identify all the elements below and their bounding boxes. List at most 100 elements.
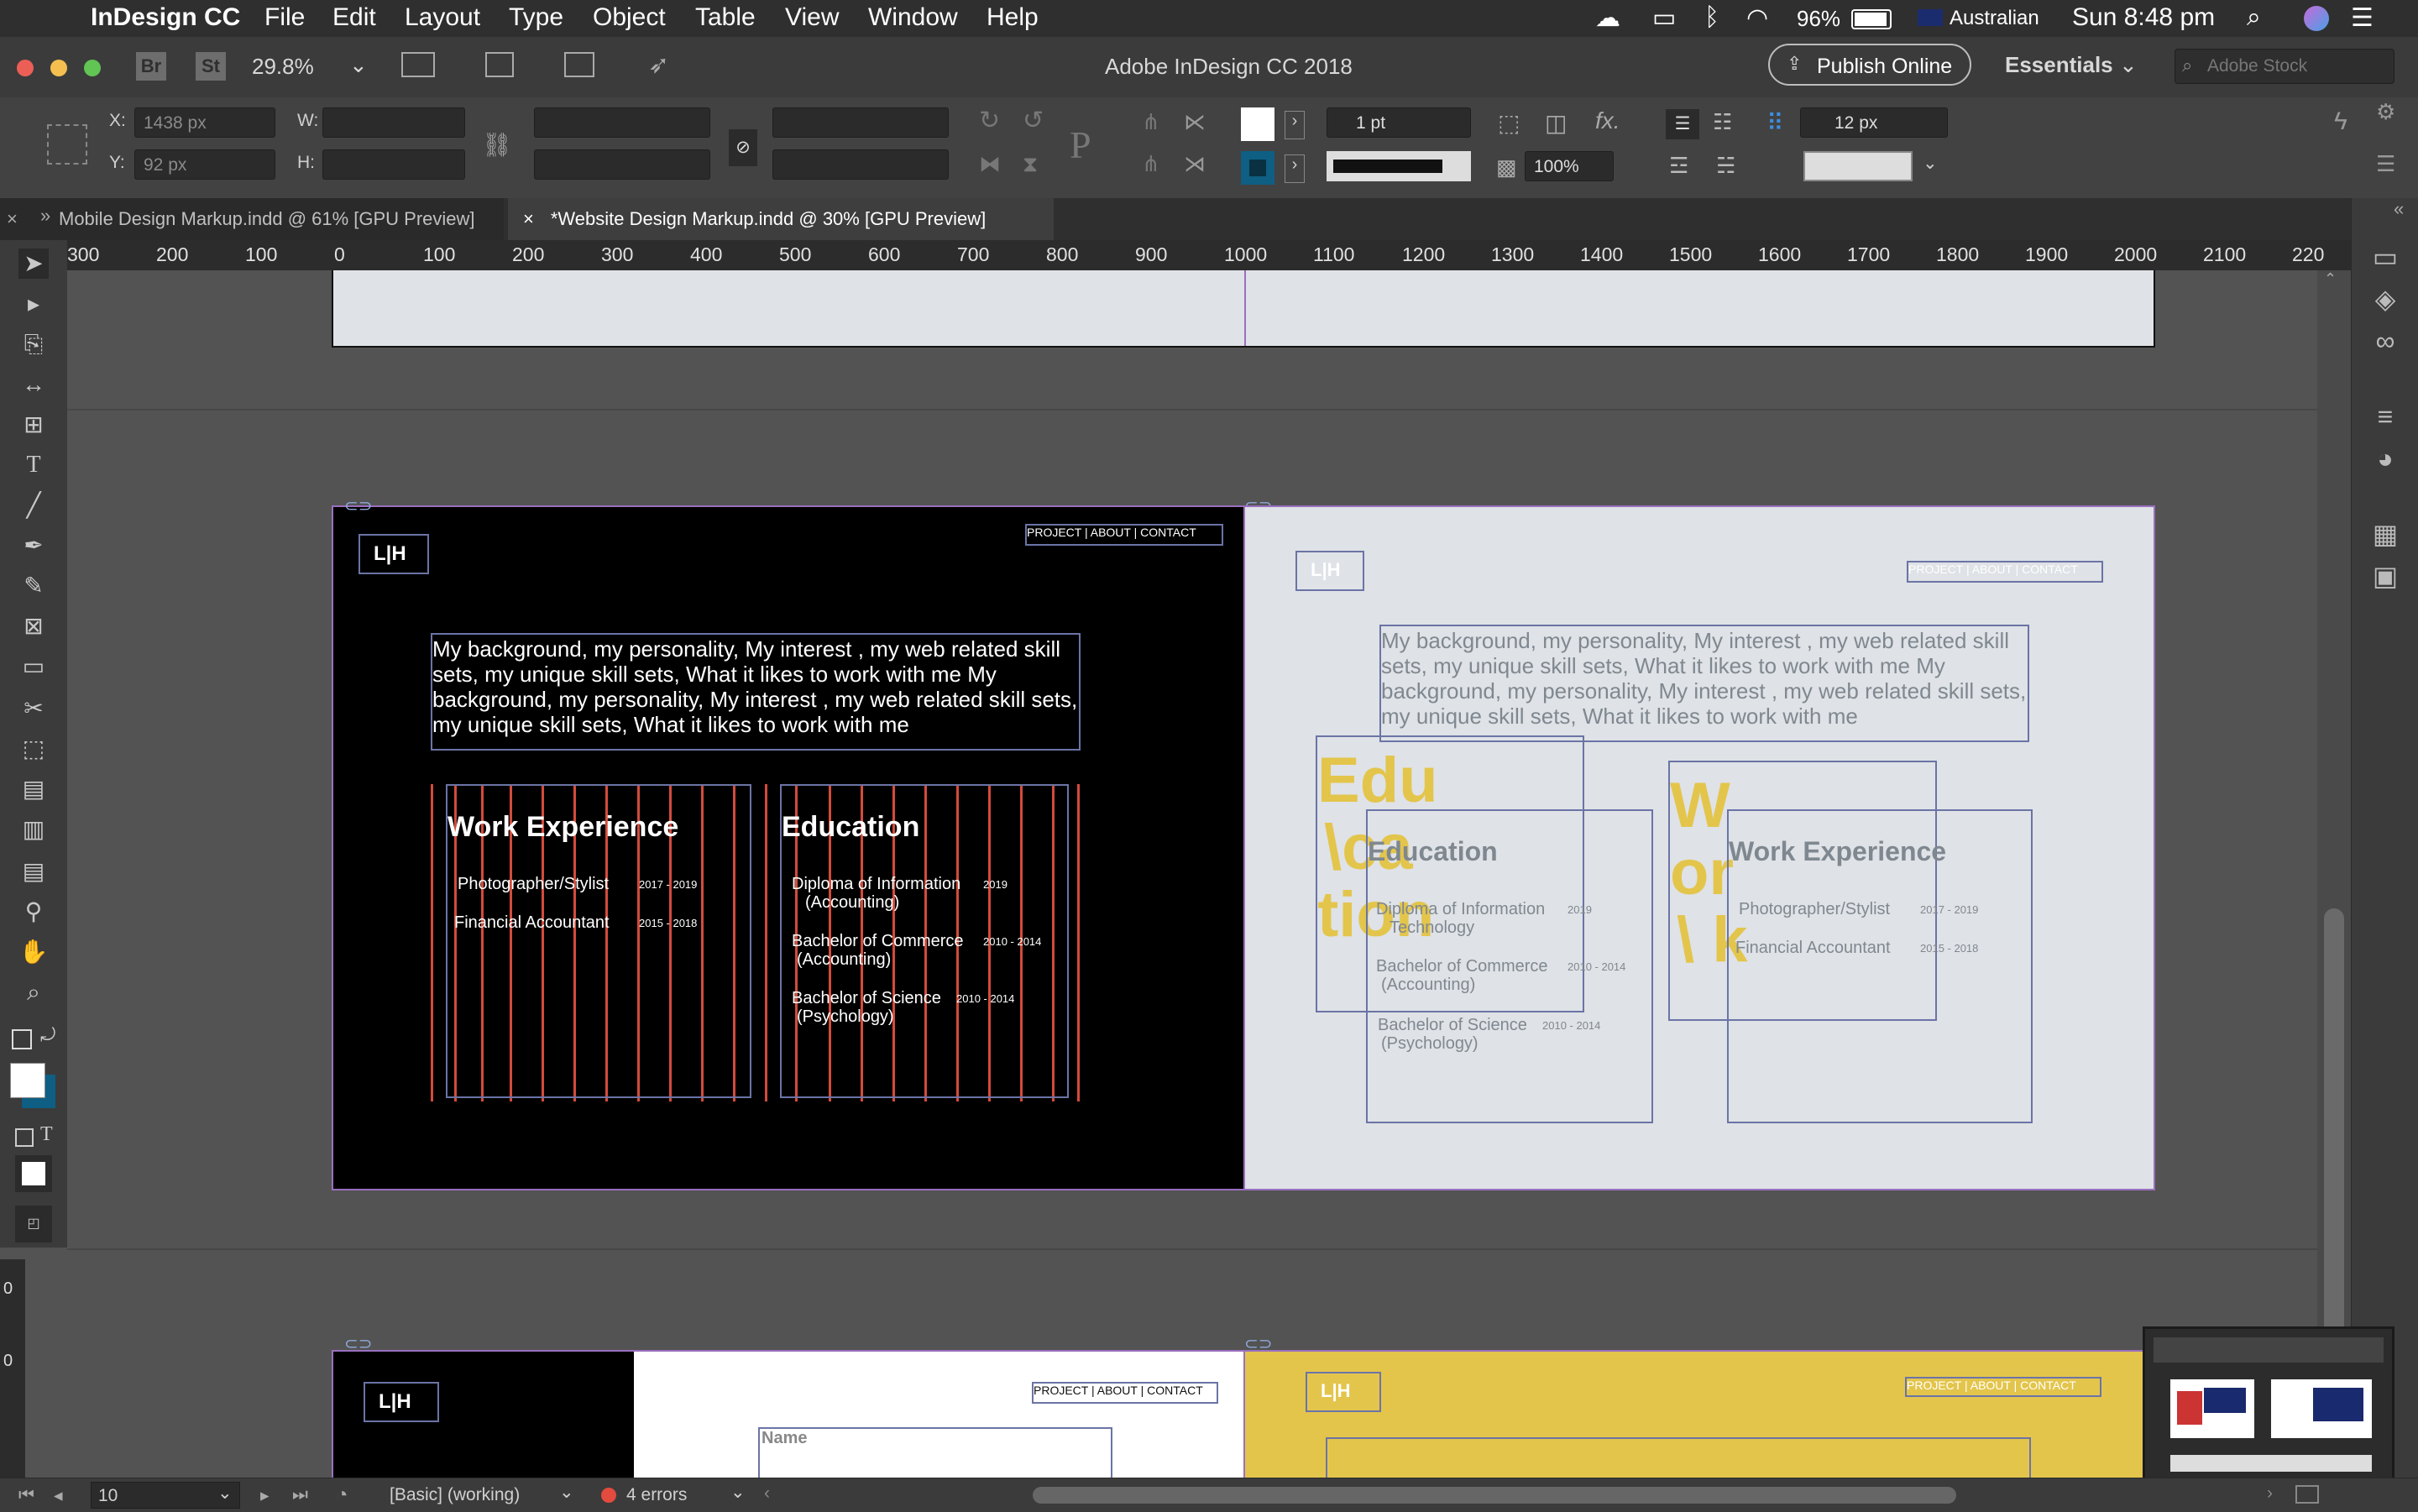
collapse-icon[interactable]: »: [40, 205, 50, 227]
gear-icon[interactable]: ⚙: [2376, 99, 2395, 125]
preflight-errors[interactable]: 4 errors: [626, 1485, 687, 1505]
notification-center-icon[interactable]: ☰: [2351, 3, 2374, 33]
gap-tool-icon[interactable]: ↔: [18, 369, 49, 400]
vertical-scrollbar[interactable]: ⌃: [2317, 270, 2351, 1478]
education-frame[interactable]: Education Diploma of Information 2019 (A…: [780, 784, 1069, 1098]
rotate-cw-icon[interactable]: ↻: [979, 106, 1000, 135]
minimize-window-button[interactable]: [50, 60, 67, 76]
drop-shadow-icon[interactable]: ◫: [1545, 109, 1567, 137]
page-bottom-dark-strip[interactable]: L|H: [332, 1350, 634, 1478]
next-page-icon[interactable]: ▸: [260, 1485, 270, 1506]
tab-mobile-design[interactable]: Mobile Design Markup.indd @ 61% [GPU Pre…: [0, 198, 504, 240]
select-content-icon[interactable]: ⋔: [1142, 151, 1160, 177]
fill-menu-button[interactable]: ›: [1285, 111, 1305, 139]
content-collector-icon[interactable]: ⊞: [18, 410, 49, 440]
app-menu[interactable]: InDesign CC: [91, 3, 240, 32]
logo-frame[interactable]: L|H: [1306, 1372, 1381, 1412]
chevron-down-icon[interactable]: ⌄: [1923, 153, 1938, 174]
eyedropper-tool-icon[interactable]: ⚲: [18, 897, 49, 927]
zoom-level[interactable]: 29.8%: [252, 54, 314, 80]
scale-x-field[interactable]: [534, 107, 710, 138]
h-field[interactable]: [322, 149, 465, 180]
x-field[interactable]: 1438 px: [134, 107, 275, 138]
nav-frame[interactable]: PROJECT | ABOUT | CONTACT: [1032, 1382, 1218, 1404]
stroke-weight-field[interactable]: 1 pt: [1327, 107, 1471, 138]
pen-tool-icon[interactable]: ✒: [18, 531, 49, 561]
menu-file[interactable]: File: [264, 3, 305, 32]
page-dark-left[interactable]: L|H PROJECT | ABOUT | CONTACT My backgro…: [332, 505, 1243, 1190]
opacity-icon[interactable]: ▩: [1496, 154, 1517, 180]
constrain-proportions-icon[interactable]: ⊘: [729, 129, 757, 166]
clock[interactable]: Sun 8:48 pm: [2072, 3, 2215, 32]
justify-vertical-icon[interactable]: ☵: [1716, 153, 1735, 179]
formatting-container-icon[interactable]: [15, 1128, 34, 1147]
chevron-down-icon[interactable]: ⌄: [2119, 52, 2138, 78]
bluetooth-icon[interactable]: ᛒ: [1704, 3, 1719, 32]
pencil-tool-icon[interactable]: ✎: [18, 571, 49, 601]
work-experience-frame[interactable]: Work Experience Photographer/Stylist 201…: [446, 784, 751, 1098]
flip-horizontal-icon[interactable]: ⧓: [979, 151, 1001, 177]
menu-type[interactable]: Type: [509, 3, 563, 32]
panel-menu-icon[interactable]: ☰: [2376, 151, 2395, 177]
menu-table[interactable]: Table: [695, 3, 756, 32]
menu-object[interactable]: Object: [593, 3, 666, 32]
page-tool-icon[interactable]: ⎘: [18, 329, 49, 359]
logo-frame[interactable]: L|H: [364, 1382, 439, 1422]
headline-frame[interactable]: [1326, 1437, 2031, 1478]
stock-button[interactable]: St: [196, 52, 226, 81]
default-colors-icon[interactable]: [12, 1029, 32, 1049]
chevron-down-icon[interactable]: ⌄: [559, 1482, 574, 1503]
publish-online-button[interactable]: ⇪ Publish Online: [1768, 44, 1971, 86]
horizontal-scroll-thumb[interactable]: [1033, 1487, 1956, 1504]
spotlight-icon[interactable]: ⌕: [2247, 3, 2261, 32]
rectangle-tool-icon[interactable]: ▭: [18, 651, 49, 682]
select-previous-icon[interactable]: ⋉: [1184, 109, 1206, 135]
rotate-ccw-icon[interactable]: ↺: [1023, 106, 1044, 135]
formatting-text-icon[interactable]: T: [40, 1123, 53, 1146]
flag-icon[interactable]: [1918, 9, 1943, 26]
arrange-documents-icon[interactable]: [564, 52, 594, 77]
scroll-left-icon[interactable]: ‹: [764, 1483, 770, 1504]
links-panel-icon[interactable]: ∞: [2368, 324, 2402, 358]
free-transform-tool-icon[interactable]: ⬚: [18, 734, 49, 764]
airplay-icon[interactable]: ▭: [1652, 3, 1676, 33]
line-tool-icon[interactable]: ╱: [18, 490, 49, 521]
zoom-tool-icon[interactable]: ⌕: [18, 977, 49, 1007]
stroke-type-select[interactable]: [1327, 151, 1471, 181]
menu-edit[interactable]: Edit: [332, 3, 376, 32]
link-chain-icon[interactable]: ⊂⊃: [344, 495, 373, 516]
page-partial-top[interactable]: [332, 270, 2155, 348]
fill-color-icon[interactable]: [10, 1063, 45, 1098]
close-window-button[interactable]: [17, 60, 34, 76]
select-next-icon[interactable]: ⋊: [1184, 151, 1206, 177]
intro-frame[interactable]: My background, my personality, My intere…: [1379, 625, 2029, 742]
battery-icon[interactable]: [1851, 9, 1892, 29]
chevron-down-icon[interactable]: ⌄: [349, 52, 368, 78]
scissors-tool-icon[interactable]: ✂: [18, 693, 49, 724]
align-center-icon[interactable]: ☷: [1713, 109, 1732, 135]
expand-panels-icon[interactable]: «: [2394, 198, 2404, 220]
constrain-link-icon[interactable]: ⛓: [482, 131, 512, 159]
w-field[interactable]: [322, 107, 465, 138]
page-bottom-white[interactable]: PROJECT | ABOUT | CONTACT Name: [634, 1350, 1243, 1478]
tab-website-design[interactable]: × *Website Design Markup.indd @ 30% [GPU …: [508, 198, 1054, 240]
view-options-icon[interactable]: [401, 52, 435, 77]
gradient-swatch-tool-icon[interactable]: ▤: [18, 774, 49, 804]
select-container-icon[interactable]: ⋔: [1142, 109, 1160, 135]
lightning-icon[interactable]: ϟ: [2334, 107, 2347, 136]
zoom-window-button[interactable]: [84, 60, 101, 76]
page-number-field[interactable]: 10 ⌄: [91, 1482, 240, 1509]
adobe-stock-search[interactable]: ⌕ Adobe Stock: [2175, 49, 2394, 84]
education-frame[interactable]: Education Diploma of Information 2019 Te…: [1366, 809, 1653, 1123]
intro-frame[interactable]: My background, my personality, My intere…: [431, 633, 1081, 751]
screen-mode-icon[interactable]: ◰: [15, 1206, 52, 1243]
reference-point-icon[interactable]: [47, 124, 87, 165]
siri-icon[interactable]: [2304, 6, 2329, 31]
align-top-icon[interactable]: ☰: [1666, 109, 1699, 139]
nav-frame[interactable]: PROJECT | ABOUT | CONTACT: [1907, 561, 2103, 583]
wifi-icon[interactable]: ◠: [1746, 3, 1768, 33]
frame-fitting-icon[interactable]: ⬚: [1498, 109, 1520, 137]
object-style-select[interactable]: [1803, 151, 1913, 181]
open-document-icon[interactable]: ◔: [336, 1483, 348, 1507]
menu-view[interactable]: View: [785, 3, 839, 32]
